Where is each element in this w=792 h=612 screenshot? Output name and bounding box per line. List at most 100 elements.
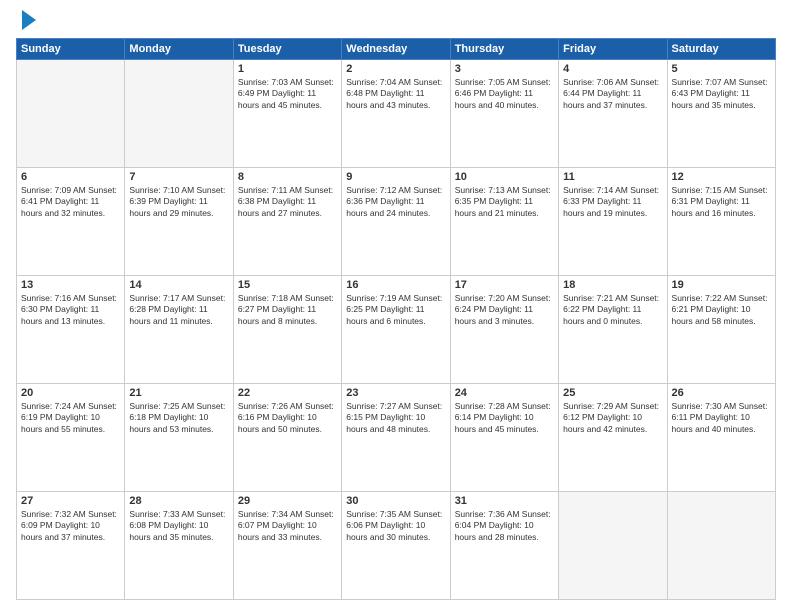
calendar-cell: 22 Sunrise: 7:26 AM Sunset: 6:16 PM Dayli…	[233, 384, 341, 492]
calendar-cell: 12 Sunrise: 7:15 AM Sunset: 6:31 PM Dayli…	[667, 168, 775, 276]
day-number: 10	[455, 171, 554, 183]
calendar-cell: 9Sunrise: 7:12 AM Sunset: 6:36 PM Daylig…	[342, 168, 450, 276]
calendar-cell: 6Sunrise: 7:09 AM Sunset: 6:41 PM Daylig…	[17, 168, 125, 276]
day-info: Sunrise: 7:25 AM Sunset: 6:18 PM Dayligh…	[129, 401, 228, 435]
day-number: 25	[563, 387, 662, 399]
day-info: Sunrise: 7:22 AM Sunset: 6:21 PM Dayligh…	[672, 293, 771, 327]
calendar-cell: 31 Sunrise: 7:36 AM Sunset: 6:04 PM Dayli…	[450, 492, 558, 600]
calendar-cell: 8 Sunrise: 7:11 AM Sunset: 6:38 PM Daylig…	[233, 168, 341, 276]
calendar-cell: 21 Sunrise: 7:25 AM Sunset: 6:18 PM Dayli…	[125, 384, 233, 492]
day-number: 22	[238, 387, 337, 399]
day-number: 5	[672, 63, 771, 75]
calendar-cell: 14Sunrise: 7:17 AM Sunset: 6:28 PM Dayli…	[125, 276, 233, 384]
calendar-week-row: 6Sunrise: 7:09 AM Sunset: 6:41 PM Daylig…	[17, 168, 776, 276]
calendar-header-cell: Saturday	[667, 39, 775, 60]
day-info: Sunrise: 7:29 AM Sunset: 6:12 PM Dayligh…	[563, 401, 662, 435]
day-info: Sunrise: 7:32 AM Sunset: 6:09 PM Dayligh…	[21, 509, 120, 543]
calendar-header-cell: Monday	[125, 39, 233, 60]
calendar-cell	[125, 60, 233, 168]
calendar-header-cell: Thursday	[450, 39, 558, 60]
day-info: Sunrise: 7:03 AM Sunset: 6:49 PM Dayligh…	[238, 77, 337, 111]
calendar-cell: 26 Sunrise: 7:30 AM Sunset: 6:11 PM Dayli…	[667, 384, 775, 492]
day-info: Sunrise: 7:16 AM Sunset: 6:30 PM Dayligh…	[21, 293, 120, 327]
day-info: Sunrise: 7:05 AM Sunset: 6:46 PM Dayligh…	[455, 77, 554, 111]
day-number: 16	[346, 279, 445, 291]
day-number: 27	[21, 495, 120, 507]
calendar-cell: 7Sunrise: 7:10 AM Sunset: 6:39 PM Daylig…	[125, 168, 233, 276]
calendar-header-cell: Sunday	[17, 39, 125, 60]
day-number: 19	[672, 279, 771, 291]
calendar-cell: 13 Sunrise: 7:16 AM Sunset: 6:30 PM Dayli…	[17, 276, 125, 384]
day-number: 13	[21, 279, 120, 291]
day-number: 20	[21, 387, 120, 399]
header	[16, 12, 776, 30]
day-number: 12	[672, 171, 771, 183]
calendar-cell: 4 Sunrise: 7:06 AM Sunset: 6:44 PM Daylig…	[559, 60, 667, 168]
calendar-week-row: 1 Sunrise: 7:03 AM Sunset: 6:49 PM Daylig…	[17, 60, 776, 168]
day-number: 15	[238, 279, 337, 291]
calendar-cell: 20 Sunrise: 7:24 AM Sunset: 6:19 PM Dayli…	[17, 384, 125, 492]
logo	[16, 12, 36, 30]
day-number: 1	[238, 63, 337, 75]
calendar-cell: 11 Sunrise: 7:14 AM Sunset: 6:33 PM Dayli…	[559, 168, 667, 276]
calendar-header-cell: Friday	[559, 39, 667, 60]
day-info: Sunrise: 7:24 AM Sunset: 6:19 PM Dayligh…	[21, 401, 120, 435]
calendar-week-row: 13 Sunrise: 7:16 AM Sunset: 6:30 PM Dayli…	[17, 276, 776, 384]
day-info: Sunrise: 7:14 AM Sunset: 6:33 PM Dayligh…	[563, 185, 662, 219]
day-number: 26	[672, 387, 771, 399]
calendar-cell: 19 Sunrise: 7:22 AM Sunset: 6:21 PM Dayli…	[667, 276, 775, 384]
day-info: Sunrise: 7:18 AM Sunset: 6:27 PM Dayligh…	[238, 293, 337, 327]
day-number: 7	[129, 171, 228, 183]
day-number: 31	[455, 495, 554, 507]
day-number: 11	[563, 171, 662, 183]
day-number: 28	[129, 495, 228, 507]
day-info: Sunrise: 7:11 AM Sunset: 6:38 PM Dayligh…	[238, 185, 337, 219]
calendar-cell: 27 Sunrise: 7:32 AM Sunset: 6:09 PM Dayli…	[17, 492, 125, 600]
day-number: 21	[129, 387, 228, 399]
day-number: 2	[346, 63, 445, 75]
calendar-cell: 23Sunrise: 7:27 AM Sunset: 6:15 PM Dayli…	[342, 384, 450, 492]
day-info: Sunrise: 7:07 AM Sunset: 6:43 PM Dayligh…	[672, 77, 771, 111]
calendar-header-row: SundayMondayTuesdayWednesdayThursdayFrid…	[17, 39, 776, 60]
calendar-cell: 28 Sunrise: 7:33 AM Sunset: 6:08 PM Dayli…	[125, 492, 233, 600]
day-info: Sunrise: 7:26 AM Sunset: 6:16 PM Dayligh…	[238, 401, 337, 435]
calendar-body: 1 Sunrise: 7:03 AM Sunset: 6:49 PM Daylig…	[17, 60, 776, 600]
calendar-cell	[667, 492, 775, 600]
day-info: Sunrise: 7:21 AM Sunset: 6:22 PM Dayligh…	[563, 293, 662, 327]
day-info: Sunrise: 7:15 AM Sunset: 6:31 PM Dayligh…	[672, 185, 771, 219]
calendar-week-row: 20 Sunrise: 7:24 AM Sunset: 6:19 PM Dayli…	[17, 384, 776, 492]
day-number: 17	[455, 279, 554, 291]
day-info: Sunrise: 7:06 AM Sunset: 6:44 PM Dayligh…	[563, 77, 662, 111]
day-number: 18	[563, 279, 662, 291]
calendar-header-cell: Tuesday	[233, 39, 341, 60]
day-info: Sunrise: 7:20 AM Sunset: 6:24 PM Dayligh…	[455, 293, 554, 327]
calendar-cell: 1 Sunrise: 7:03 AM Sunset: 6:49 PM Daylig…	[233, 60, 341, 168]
day-info: Sunrise: 7:30 AM Sunset: 6:11 PM Dayligh…	[672, 401, 771, 435]
day-number: 14	[129, 279, 228, 291]
day-info: Sunrise: 7:09 AM Sunset: 6:41 PM Dayligh…	[21, 185, 120, 219]
calendar-cell: 3Sunrise: 7:05 AM Sunset: 6:46 PM Daylig…	[450, 60, 558, 168]
calendar-cell: 10 Sunrise: 7:13 AM Sunset: 6:35 PM Dayli…	[450, 168, 558, 276]
day-info: Sunrise: 7:13 AM Sunset: 6:35 PM Dayligh…	[455, 185, 554, 219]
day-info: Sunrise: 7:19 AM Sunset: 6:25 PM Dayligh…	[346, 293, 445, 327]
day-info: Sunrise: 7:35 AM Sunset: 6:06 PM Dayligh…	[346, 509, 445, 543]
calendar-header-cell: Wednesday	[342, 39, 450, 60]
day-number: 29	[238, 495, 337, 507]
day-number: 4	[563, 63, 662, 75]
calendar-cell: 5 Sunrise: 7:07 AM Sunset: 6:43 PM Daylig…	[667, 60, 775, 168]
day-number: 23	[346, 387, 445, 399]
page: SundayMondayTuesdayWednesdayThursdayFrid…	[0, 0, 792, 612]
calendar-cell: 17 Sunrise: 7:20 AM Sunset: 6:24 PM Dayli…	[450, 276, 558, 384]
day-info: Sunrise: 7:28 AM Sunset: 6:14 PM Dayligh…	[455, 401, 554, 435]
day-info: Sunrise: 7:36 AM Sunset: 6:04 PM Dayligh…	[455, 509, 554, 543]
logo-arrow-icon	[22, 10, 36, 30]
day-number: 30	[346, 495, 445, 507]
day-info: Sunrise: 7:33 AM Sunset: 6:08 PM Dayligh…	[129, 509, 228, 543]
calendar-cell: 29Sunrise: 7:34 AM Sunset: 6:07 PM Dayli…	[233, 492, 341, 600]
calendar-cell: 25 Sunrise: 7:29 AM Sunset: 6:12 PM Dayli…	[559, 384, 667, 492]
calendar-cell: 18 Sunrise: 7:21 AM Sunset: 6:22 PM Dayli…	[559, 276, 667, 384]
day-info: Sunrise: 7:04 AM Sunset: 6:48 PM Dayligh…	[346, 77, 445, 111]
day-info: Sunrise: 7:12 AM Sunset: 6:36 PM Dayligh…	[346, 185, 445, 219]
day-number: 8	[238, 171, 337, 183]
calendar-cell: 15 Sunrise: 7:18 AM Sunset: 6:27 PM Dayli…	[233, 276, 341, 384]
